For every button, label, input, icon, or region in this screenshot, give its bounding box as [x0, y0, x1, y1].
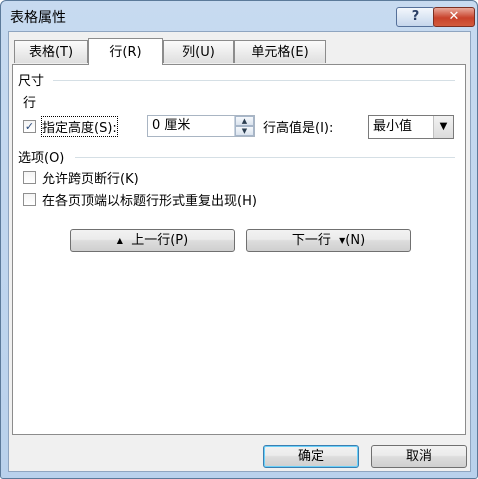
height-value-input[interactable]: 0 厘米 ▲ ▼: [147, 115, 255, 137]
specify-height-label[interactable]: 指定高度(S):: [41, 116, 118, 137]
help-button[interactable]: ?: [396, 7, 435, 27]
dialog-title: 表格属性: [10, 10, 66, 26]
size-separator: [53, 80, 455, 81]
tab-row[interactable]: 行(R): [88, 38, 163, 65]
previous-row-button[interactable]: ▲ 上一行(P): [70, 229, 235, 252]
row-tab-panel: 尺寸 行 指定高度(S): 0 厘米 ▲ ▼ 行高值是(I): 最小值 ▼ 选项…: [12, 64, 466, 435]
height-spinner[interactable]: ▲ ▼: [234, 116, 254, 136]
specify-height-checkbox[interactable]: [23, 120, 36, 133]
dialog-client-area: 表格(T) 行(R) 列(U) 单元格(E) 尺寸 行 指定高度(S): 0 厘…: [8, 31, 471, 472]
dialog-window: 表格属性 ? ✕ 表格(T) 行(R) 列(U) 单元格(E) 尺寸 行 指定高…: [0, 0, 478, 479]
tab-column[interactable]: 列(U): [163, 40, 234, 63]
row-height-is-label: 行高值是(I):: [263, 121, 334, 136]
next-row-button[interactable]: 下一行 ▼(N): [246, 229, 411, 252]
title-bar[interactable]: 表格属性 ? ✕: [1, 1, 477, 31]
next-row-label: 下一行: [291, 233, 331, 248]
row-label: 行: [23, 96, 37, 111]
tab-cell[interactable]: 单元格(E): [234, 40, 326, 63]
tab-table[interactable]: 表格(T): [14, 40, 88, 63]
row-height-is-select[interactable]: 最小值 ▼: [368, 115, 454, 139]
repeat-header-label[interactable]: 在各页顶端以标题行形式重复出现(H): [42, 190, 257, 209]
chevron-down-icon[interactable]: ▼: [433, 116, 453, 138]
triangle-up-icon: ▲: [116, 236, 123, 245]
height-value-text: 0 厘米: [152, 118, 191, 133]
spin-up-icon[interactable]: ▲: [235, 116, 254, 126]
ok-button[interactable]: 确定: [263, 445, 359, 468]
next-row-shortcut: (N): [345, 233, 366, 248]
previous-row-label: 上一行(P): [131, 233, 189, 248]
spin-down-icon[interactable]: ▼: [235, 126, 254, 136]
repeat-header-checkbox[interactable]: [23, 193, 36, 206]
allow-break-checkbox[interactable]: [23, 171, 36, 184]
close-button[interactable]: ✕: [433, 7, 475, 27]
cancel-button[interactable]: 取消: [371, 445, 467, 468]
allow-break-label[interactable]: 允许跨页断行(K): [42, 168, 139, 187]
options-section-heading: 选项(O): [18, 151, 65, 166]
options-separator: [75, 157, 455, 158]
size-section-heading: 尺寸: [18, 74, 45, 89]
row-height-is-value: 最小值: [373, 119, 413, 134]
